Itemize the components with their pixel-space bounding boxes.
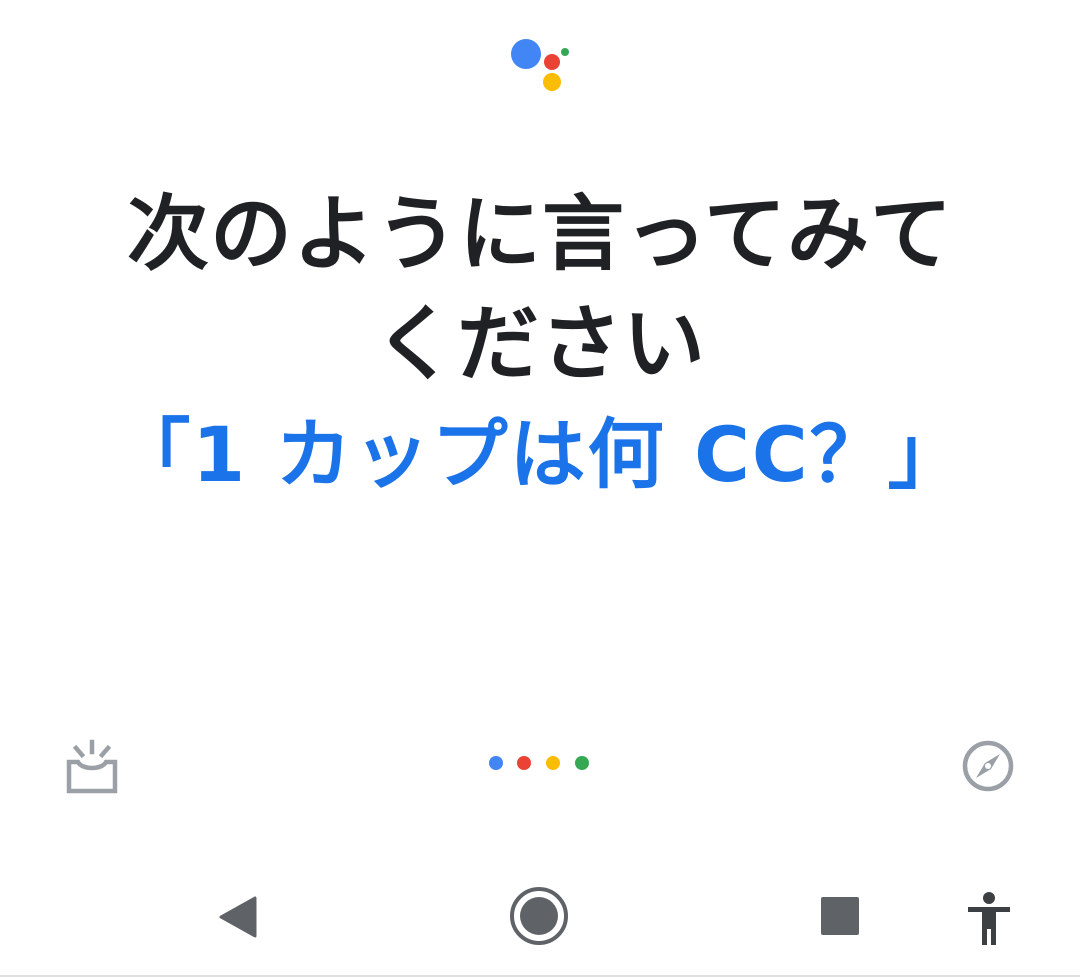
assistant-bottom-row [0, 730, 1080, 800]
dot-green [575, 756, 589, 770]
system-navigation-bar [0, 875, 1080, 965]
home-circle-icon[interactable] [508, 885, 570, 947]
updates-tray-icon[interactable] [62, 736, 122, 796]
recents-square-icon[interactable] [818, 894, 862, 938]
dot-yellow [546, 756, 560, 770]
accessibility-person-icon[interactable] [964, 891, 1014, 947]
google-assistant-logo-icon [511, 39, 569, 91]
assistant-screen: 次のように言ってみて ください 「1 カップは何 CC？」 [0, 0, 1080, 977]
prompt-heading: 次のように言ってみて ください [0, 180, 1080, 400]
compass-icon[interactable] [960, 738, 1016, 794]
back-triangle-icon[interactable] [213, 892, 263, 942]
assistant-listening-dots [489, 756, 589, 770]
suggestion-chip-text[interactable]: 「1 カップは何 CC？」 [0, 405, 1080, 505]
dot-red [517, 756, 531, 770]
dot-blue [489, 756, 503, 770]
prompt-line-1: 次のように言ってみて [127, 187, 953, 282]
prompt-line-2: ください [373, 297, 706, 392]
